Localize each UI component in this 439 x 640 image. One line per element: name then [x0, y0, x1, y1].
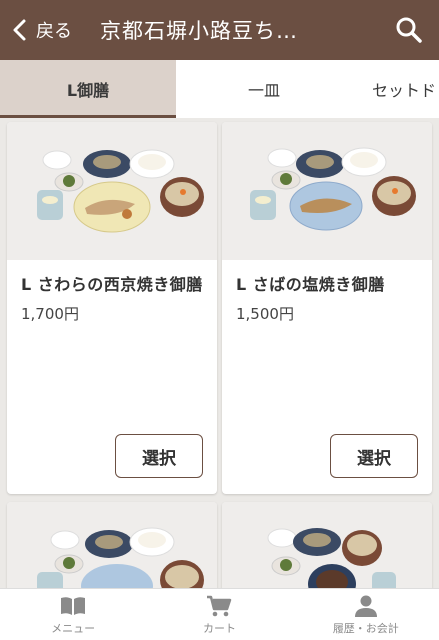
back-button[interactable]: 戻る	[0, 0, 100, 60]
bottom-navigation: メニュー カート 履歴・お会計	[0, 588, 439, 640]
tab-l-gozen[interactable]: L御膳	[0, 60, 176, 118]
menu-item-name: L さわらの西京焼き御膳	[21, 275, 203, 294]
cart-icon	[207, 595, 232, 616]
category-tabs: L御膳 一皿 セットド	[0, 60, 439, 118]
menu-card[interactable]	[7, 502, 217, 588]
back-label: 戻る	[36, 21, 72, 42]
tab-hitosara[interactable]: 一皿	[176, 60, 352, 118]
person-icon	[354, 595, 377, 617]
menu-card[interactable]: L さわらの西京焼き御膳 1,700円 選択	[7, 122, 217, 494]
menu-grid: L さわらの西京焼き御膳 1,700円 選択 L さばの塩焼き御膳 1,500円…	[0, 118, 439, 588]
nav-history-label: 履歴・お会計	[332, 621, 399, 635]
search-icon	[396, 17, 422, 43]
menu-card[interactable]: L さばの塩焼き御膳 1,500円 選択	[222, 122, 432, 494]
menu-item-name: L さばの塩焼き御膳	[236, 275, 385, 294]
menu-item-price: 1,700円	[21, 305, 79, 323]
nav-cart[interactable]: カート	[146, 589, 292, 640]
menu-item-photo	[7, 122, 217, 260]
menu-item-photo	[222, 502, 432, 588]
tab-set[interactable]: セットド	[352, 60, 439, 118]
nav-cart-label: カート	[202, 621, 236, 635]
menu-item-photo	[7, 502, 217, 588]
nav-menu-label: メニュー	[51, 621, 96, 635]
page-title: 京都石塀小路豆ち…	[100, 19, 298, 43]
nav-history[interactable]: 履歴・お会計	[293, 589, 439, 640]
search-button[interactable]	[379, 0, 439, 60]
menu-card[interactable]	[222, 502, 432, 588]
nav-menu[interactable]: メニュー	[0, 589, 146, 640]
menu-item-price: 1,500円	[236, 305, 294, 323]
chevron-left-icon	[13, 19, 26, 41]
book-icon	[61, 596, 86, 615]
select-button[interactable]: 選択	[115, 434, 203, 478]
select-button[interactable]: 選択	[330, 434, 418, 478]
menu-item-photo	[222, 122, 432, 260]
app-header: 戻る 京都石塀小路豆ち…	[0, 0, 439, 60]
